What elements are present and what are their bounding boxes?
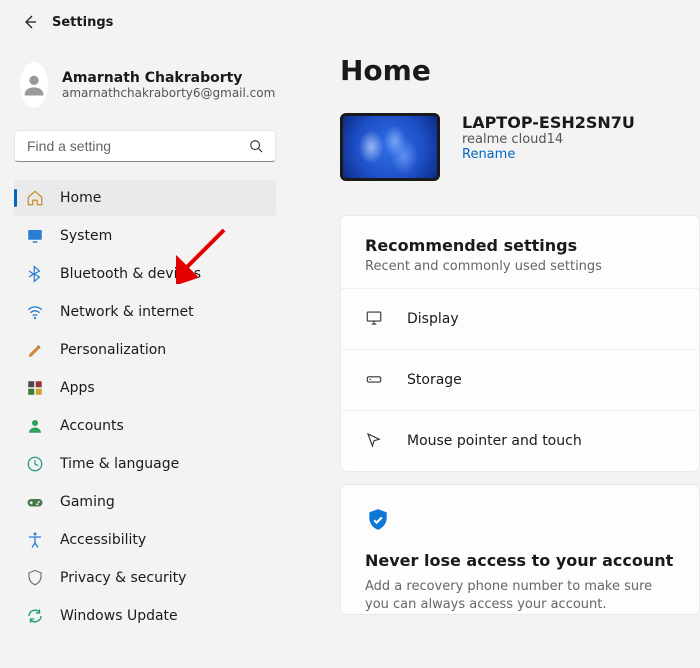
sidebar-item-time[interactable]: Time & language [14,446,276,482]
recommended-item-label: Storage [407,372,462,388]
bluetooth-icon [26,265,44,283]
display-icon [365,309,385,329]
device-thumbnail [340,113,440,181]
user-name: Amarnath Chakraborty [62,70,275,86]
recommended-item-display[interactable]: Display [341,288,699,349]
recommended-title: Recommended settings [365,236,675,255]
sidebar-item-label: System [60,228,112,244]
user-row[interactable]: Amarnath Chakraborty amarnathchakraborty… [14,50,276,130]
device-name: LAPTOP-ESH2SN7U [462,113,635,132]
main: Home LAPTOP-ESH2SN7U realme cloud14 Rena… [290,36,700,634]
back-arrow-icon [22,14,38,30]
time-icon [26,455,44,473]
pointer-icon [365,431,385,451]
sidebar-item-system[interactable]: System [14,218,276,254]
user-email: amarnathchakraborty6@gmail.com [62,86,275,100]
header: Settings [0,0,700,36]
account-sub: Add a recovery phone number to make sure… [365,578,675,614]
recommended-item-pointer[interactable]: Mouse pointer and touch [341,410,699,471]
sidebar-item-label: Gaming [60,494,115,510]
account-title: Never lose access to your account [365,551,675,570]
account-card: Never lose access to your account Add a … [340,484,700,615]
search-icon [249,139,263,153]
sidebar-item-accessibility[interactable]: Accessibility [14,522,276,558]
search-input[interactable] [27,138,227,154]
recommended-item-label: Display [407,311,459,327]
recommended-item-storage[interactable]: Storage [341,349,699,410]
recommended-card: Recommended settings Recent and commonly… [340,215,700,472]
sidebar-item-bluetooth[interactable]: Bluetooth & devices [14,256,276,292]
storage-icon [365,370,385,390]
sidebar-item-label: Home [60,190,101,206]
device-row: LAPTOP-ESH2SN7U realme cloud14 Rename [340,113,700,181]
privacy-icon [26,569,44,587]
sidebar-item-apps[interactable]: Apps [14,370,276,406]
sidebar-item-label: Network & internet [60,304,194,320]
sidebar-item-label: Privacy & security [60,570,186,586]
sidebar-item-label: Windows Update [60,608,178,624]
header-title: Settings [52,15,113,30]
sidebar-item-accounts[interactable]: Accounts [14,408,276,444]
sidebar-item-label: Accounts [60,418,124,434]
sidebar-item-privacy[interactable]: Privacy & security [14,560,276,596]
system-icon [26,227,44,245]
avatar [20,62,48,108]
sidebar-item-home[interactable]: Home [14,180,276,216]
sidebar-item-label: Accessibility [60,532,146,548]
sidebar-item-update[interactable]: Windows Update [14,598,276,634]
sidebar-item-label: Bluetooth & devices [60,266,201,282]
sidebar-item-label: Apps [60,380,95,396]
search-box[interactable] [14,130,276,162]
rename-link[interactable]: Rename [462,147,635,162]
sidebar-item-network[interactable]: Network & internet [14,294,276,330]
recommended-sub: Recent and commonly used settings [365,259,675,274]
gaming-icon [26,493,44,511]
network-icon [26,303,44,321]
avatar-icon [20,71,48,99]
sidebar-item-label: Time & language [60,456,179,472]
sidebar-item-gaming[interactable]: Gaming [14,484,276,520]
accessibility-icon [26,531,44,549]
shield-icon [365,507,675,537]
nav-list: Home System Bluetooth & devices Network & i… [14,180,276,634]
sidebar: Amarnath Chakraborty amarnathchakraborty… [0,36,290,634]
device-model: realme cloud14 [462,132,635,147]
sidebar-item-label: Personalization [60,342,166,358]
apps-icon [26,379,44,397]
recommended-list: Display Storage Mouse pointer and touch [341,288,699,471]
accounts-icon [26,417,44,435]
personalization-icon [26,341,44,359]
home-icon [26,189,44,207]
page-title: Home [340,54,700,87]
sidebar-item-personalization[interactable]: Personalization [14,332,276,368]
recommended-item-label: Mouse pointer and touch [407,433,582,449]
update-icon [26,607,44,625]
back-button[interactable] [22,14,38,30]
